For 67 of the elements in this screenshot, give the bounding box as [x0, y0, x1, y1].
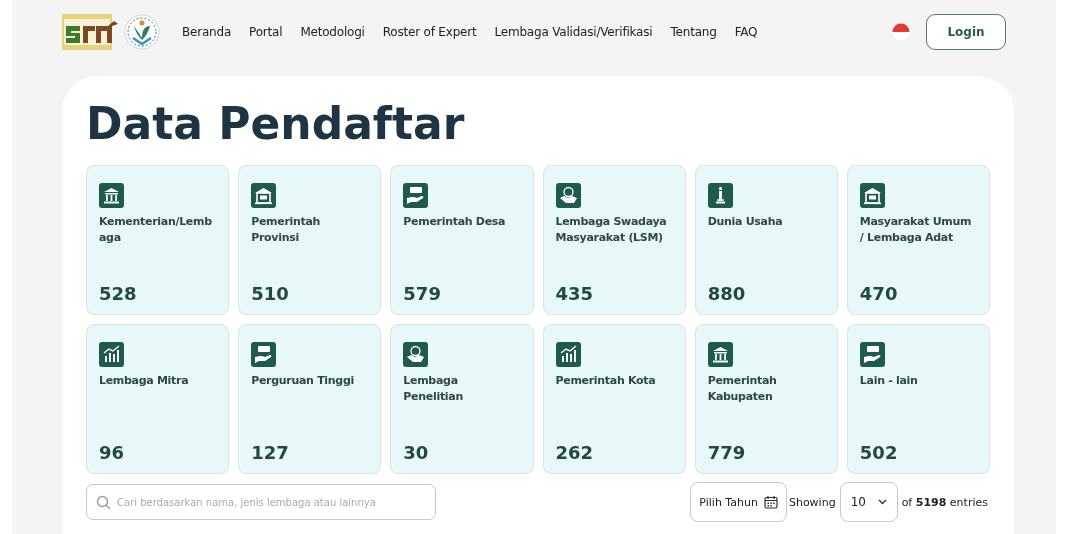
category-count: 502 [859, 442, 899, 463]
category-label: Lain - lain [859, 373, 919, 389]
nav-link[interactable]: Roster of Expert [382, 25, 477, 39]
category-count: 470 [859, 283, 899, 304]
school-icon [859, 183, 885, 208]
category-label: Masyarakat Umum / Lembaga Adat [859, 214, 973, 246]
category-card[interactable]: Lembaga Mitra 96 [86, 324, 230, 474]
category-card[interactable]: Pemerintah Desa 579 [390, 165, 534, 315]
category-card[interactable]: Kementerian/Lembaga 528 [86, 165, 230, 315]
chart-icon [99, 342, 124, 367]
calendar-icon [763, 495, 778, 509]
category-count: 262 [555, 442, 595, 463]
year-picker-button[interactable]: Pilih Tahun [690, 482, 787, 522]
category-count: 579 [403, 283, 442, 304]
category-count: 510 [251, 283, 290, 304]
category-label: Dunia Usaha [707, 214, 784, 230]
category-card[interactable]: Pemerintah Kota 262 [542, 324, 686, 474]
category-card[interactable]: Pemerintah Kabupaten 779 [694, 324, 838, 474]
category-card[interactable]: Lembaga Penelitian 30 [390, 324, 534, 474]
category-label: Lembaga Mitra [99, 373, 190, 389]
category-count: 127 [251, 442, 290, 463]
category-count: 880 [707, 283, 747, 304]
category-card[interactable]: Perguruan Tinggi 127 [238, 324, 382, 474]
nav-link[interactable]: Metodologi [300, 25, 365, 39]
page-size-select[interactable]: 10 [839, 482, 898, 522]
category-label: Pemerintah Kabupaten [707, 373, 778, 405]
category-label: Lembaga Swadaya Masyarakat (LSM) [555, 214, 668, 246]
nav-link[interactable]: Portal [249, 25, 283, 39]
category-count: 30 [403, 442, 430, 463]
category-label: Pemerintah Desa [403, 214, 507, 230]
entries-count: of 5198 entries [901, 495, 988, 509]
helping-hand-icon [403, 183, 429, 208]
category-label: Pemerintah Kota [555, 373, 657, 389]
globe-hand-icon [403, 342, 429, 367]
search-field[interactable]: Cari berdasarkan nama, jenis lembaga atau lainnya [86, 484, 436, 520]
bank-icon [99, 183, 124, 208]
category-label: Perguruan Tinggi [251, 373, 355, 389]
nav-link[interactable]: FAQ [734, 25, 758, 39]
flag-icon[interactable] [892, 23, 910, 41]
emblem-logo [124, 14, 160, 50]
nav-link[interactable]: Lembaga Validasi/Verifikasi [494, 25, 653, 39]
search-icon [96, 495, 111, 510]
category-card[interactable]: Masyarakat Umum / Lembaga Adat 470 [846, 165, 990, 315]
chart-icon [555, 342, 581, 367]
category-count: 779 [707, 442, 747, 463]
category-count: 528 [99, 283, 138, 304]
category-card[interactable]: Lembaga Swadaya Masyarakat (LSM) 435 [542, 165, 686, 315]
nav-link[interactable]: Beranda [182, 25, 232, 39]
helping-hand-icon [859, 342, 885, 367]
category-label: Kementerian/Lembaga [99, 214, 213, 246]
category-count: 96 [99, 442, 126, 463]
login-button[interactable]: Login [926, 14, 1006, 50]
chevron-down-icon [877, 499, 887, 505]
helping-hand-icon [251, 342, 277, 367]
monument-icon [707, 183, 733, 208]
showing-label: Showing [788, 495, 836, 509]
bank-icon [707, 342, 733, 367]
category-label: Lembaga Penelitian [403, 373, 464, 405]
globe-hand-icon [555, 183, 581, 208]
nav-link[interactable]: Tentang [670, 25, 717, 39]
page-title: Data Pendaftar [86, 98, 466, 149]
category-card[interactable]: Dunia Usaha 880 [694, 165, 838, 315]
category-label: Pemerintah Provinsi [251, 214, 322, 246]
category-card[interactable]: Pemerintah Provinsi 510 [238, 165, 382, 315]
category-card[interactable]: Lain - lain 502 [846, 324, 990, 474]
school-icon [251, 183, 277, 208]
category-count: 435 [555, 283, 595, 304]
